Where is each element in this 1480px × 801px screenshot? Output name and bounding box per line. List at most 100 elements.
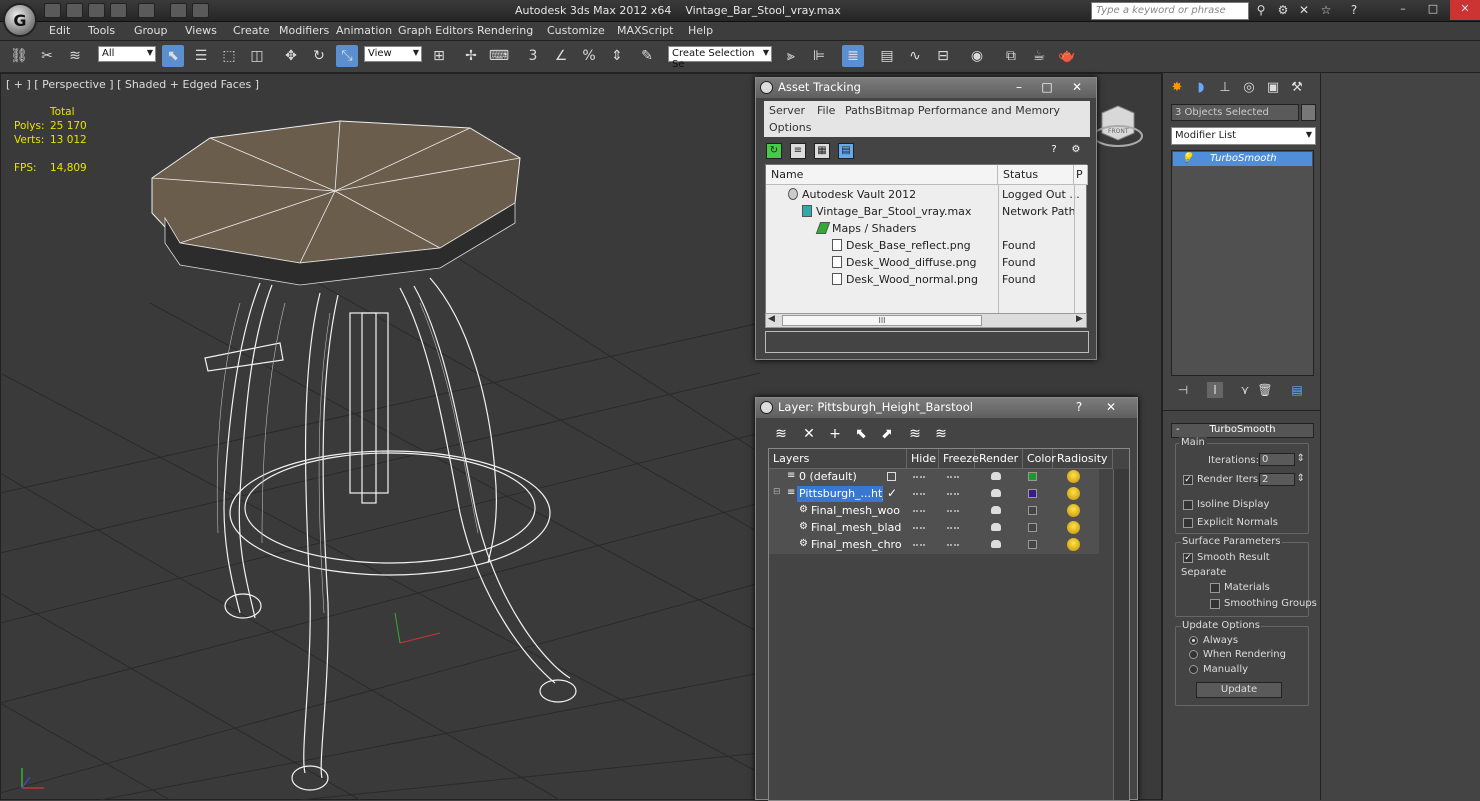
asset-path-field[interactable]	[765, 331, 1089, 353]
spinner-snap-icon[interactable]: ⇕	[606, 45, 628, 67]
col-layers[interactable]: Layers	[769, 449, 907, 469]
asset-menu-file[interactable]: File	[817, 104, 835, 117]
binoculars-icon[interactable]: ⚲	[1253, 3, 1269, 18]
layer-help-button[interactable]: ?	[1066, 398, 1092, 416]
object-name-field[interactable]: 3 Objects Selected	[1171, 104, 1299, 121]
hold-icon[interactable]	[170, 3, 187, 18]
table-row[interactable]: Vintage_Bar_Stool_vray.max Network Path	[766, 204, 1088, 221]
menu-help[interactable]: Help	[688, 24, 713, 37]
render-teapot-icon[interactable]	[991, 472, 1001, 480]
table-row[interactable]: Autodesk Vault 2012 Logged Out ...	[766, 187, 1088, 204]
modify-tab-icon[interactable]: ◗	[1191, 78, 1211, 98]
stack-item-turbosmooth[interactable]: 💡 TurboSmooth	[1173, 152, 1312, 166]
render-teapot-icon[interactable]	[991, 540, 1001, 548]
layer-vertical-scrollbar[interactable]	[1113, 469, 1129, 800]
hide-toggle[interactable]	[913, 476, 925, 478]
table-row[interactable]: Desk_Wood_diffuse.png Found	[766, 255, 1088, 272]
minimize-button[interactable]: –	[1388, 0, 1418, 20]
project-folder-icon[interactable]	[192, 3, 209, 18]
col-name[interactable]: Name	[766, 165, 998, 185]
redo-icon[interactable]	[138, 3, 155, 18]
layer-color-swatch[interactable]	[1028, 540, 1037, 549]
asset-tracking-titlebar[interactable]: Asset Tracking – □ ✕	[756, 78, 1096, 98]
open-file-icon[interactable]	[66, 3, 83, 18]
update-button[interactable]: Update	[1196, 682, 1282, 698]
display-tab-icon[interactable]: ▣	[1263, 78, 1283, 98]
render-teapot-icon[interactable]	[991, 523, 1001, 531]
select-manipulate-icon[interactable]: ✢	[460, 45, 482, 67]
named-selection-set-select[interactable]: Create Selection Se	[668, 46, 772, 70]
radiosity-icon[interactable]	[1067, 521, 1080, 534]
curve-editor-icon[interactable]: ∿	[904, 45, 926, 67]
graphite-modeling-icon[interactable]: ▤	[876, 45, 898, 67]
new-file-icon[interactable]	[44, 3, 61, 18]
layer-row[interactable]: ⚙ Final_mesh_chro	[769, 537, 1099, 554]
select-and-link-icon[interactable]: ⛓	[8, 45, 30, 67]
layer-color-swatch[interactable]	[1028, 489, 1037, 498]
col-status[interactable]: Status	[998, 165, 1074, 185]
viewport-label[interactable]: [ + ] [ Perspective ] [ Shaded + Edged F…	[6, 78, 259, 91]
rectangular-selection-icon[interactable]: ⬚	[218, 45, 240, 67]
modifier-bulb-icon[interactable]: 💡	[1181, 153, 1193, 164]
layer-row[interactable]: ⚙ Final_mesh_blad	[769, 520, 1099, 537]
help-icon[interactable]: ?	[1346, 3, 1362, 18]
col-freeze[interactable]: Freeze	[939, 449, 979, 469]
viewcube-label[interactable]: FRONT	[1108, 128, 1129, 135]
refresh-icon[interactable]: ↻	[766, 143, 782, 159]
close-button[interactable]: ✕	[1450, 0, 1480, 20]
app-logo-button[interactable]: G	[3, 3, 37, 37]
freeze-toggle[interactable]	[947, 493, 959, 495]
reference-coordinate-select[interactable]: View	[364, 46, 422, 62]
materials-checkbox[interactable]	[1210, 583, 1220, 593]
remove-modifier-icon[interactable]: 🗑	[1257, 382, 1273, 398]
selection-filter-select[interactable]: All	[98, 46, 156, 62]
align-icon[interactable]: ⊫	[808, 45, 830, 67]
delete-layer-icon[interactable]: ✕	[800, 425, 818, 443]
freeze-toggle[interactable]	[947, 510, 959, 512]
hide-all-layers-icon[interactable]: ≋	[906, 425, 924, 443]
smoothing-groups-checkbox[interactable]	[1210, 599, 1220, 609]
scale-icon[interactable]: ⤡	[336, 45, 358, 67]
hide-toggle[interactable]	[913, 510, 925, 512]
layer-name[interactable]: Pittsburgh_...ht_Ba	[797, 486, 883, 502]
layer-close-button[interactable]: ✕	[1098, 398, 1124, 416]
table-row[interactable]: Desk_Wood_normal.png Found	[766, 272, 1088, 289]
add-to-layer-icon[interactable]: +	[826, 425, 844, 443]
render-teapot-icon[interactable]	[991, 489, 1001, 497]
make-unique-icon[interactable]: ⋎	[1237, 382, 1253, 398]
freeze-toggle[interactable]	[947, 476, 959, 478]
create-tab-icon[interactable]: ✸	[1167, 78, 1187, 98]
radiosity-icon[interactable]	[1067, 470, 1080, 483]
layer-titlebar[interactable]: Layer: Pittsburgh_Height_Barstool ? ✕	[756, 398, 1137, 418]
snaps-toggle-icon[interactable]: 3	[522, 45, 544, 67]
mirror-icon[interactable]: ⫸	[780, 45, 802, 67]
render-teapot-icon[interactable]	[991, 506, 1001, 514]
menu-views[interactable]: Views	[185, 24, 217, 37]
smooth-result-checkbox[interactable]: ✓	[1183, 553, 1193, 563]
asset-menu-paths[interactable]: Paths	[845, 104, 875, 117]
freeze-toggle[interactable]	[947, 544, 959, 546]
menu-create[interactable]: Create	[233, 24, 270, 37]
iterations-spinner[interactable]: 0	[1259, 453, 1305, 466]
radiosity-icon[interactable]	[1067, 487, 1080, 500]
menu-maxscript[interactable]: MAXScript	[617, 24, 673, 37]
asset-horizontal-scrollbar[interactable]: ◀ III ▶	[765, 313, 1087, 328]
manually-radio[interactable]	[1189, 665, 1198, 674]
move-icon[interactable]: ✥	[280, 45, 302, 67]
layer-manager-icon[interactable]: ≣	[842, 45, 864, 67]
collapse-icon[interactable]: ⊟	[773, 487, 781, 497]
radiosity-icon[interactable]	[1067, 504, 1080, 517]
menu-rendering[interactable]: Rendering	[477, 24, 533, 37]
rotate-icon[interactable]: ↻	[308, 45, 330, 67]
asset-menu-options[interactable]: Options	[769, 121, 811, 134]
select-object-icon[interactable]: ⬉	[162, 45, 184, 67]
table-view-icon[interactable]: ▤	[838, 143, 854, 159]
freeze-all-layers-icon[interactable]: ≋	[932, 425, 950, 443]
show-end-result-icon[interactable]: Ⅰ	[1207, 382, 1223, 398]
scroll-right-icon[interactable]: ▶	[1076, 314, 1083, 324]
percent-snap-icon[interactable]: %	[578, 45, 600, 67]
menu-customize[interactable]: Customize	[547, 24, 605, 37]
asset-menu-bitmap-performance[interactable]: Bitmap Performance and Memory	[875, 104, 1060, 117]
when-rendering-radio[interactable]	[1189, 650, 1198, 659]
pivot-center-icon[interactable]: ⊞	[428, 45, 450, 67]
